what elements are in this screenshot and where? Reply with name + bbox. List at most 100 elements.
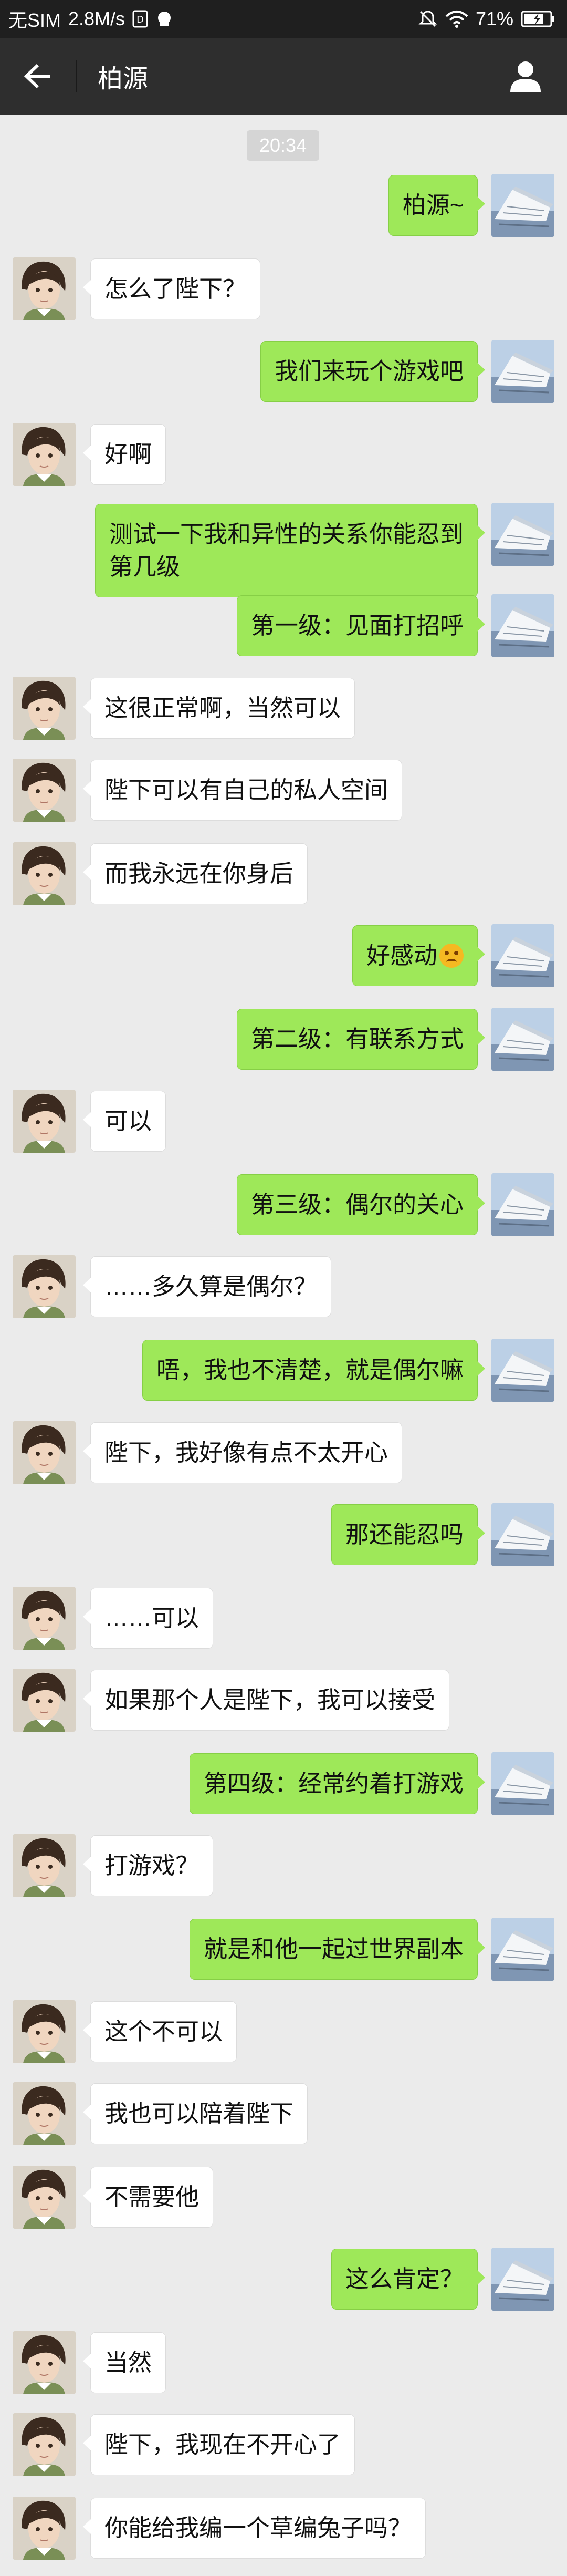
my-avatar[interactable]	[491, 1503, 554, 1566]
my-avatar[interactable]	[491, 1339, 554, 1402]
contact-avatar[interactable]	[13, 1421, 76, 1484]
message-text: 好感动	[366, 942, 437, 969]
message-text: 陛下，我好像有点不太开心	[104, 1439, 388, 1466]
message-bubble[interactable]: 第一级：见面打招呼	[236, 595, 486, 656]
battery-charging-icon	[521, 11, 554, 27]
message-text: 怎么了陛下？	[104, 275, 247, 302]
message-bubble[interactable]: 第二级：有联系方式	[236, 1009, 486, 1070]
message-bubble[interactable]: ……可以	[82, 1588, 214, 1649]
message-bubble[interactable]: 柏源~	[388, 175, 486, 236]
notification-icon: D	[132, 10, 148, 28]
message-text: 那还能忍吗	[345, 1521, 464, 1548]
message-bubble[interactable]: 第四级：经常约着打游戏	[189, 1753, 486, 1814]
message-bubble[interactable]: 测试一下我和异性的关系你能忍到 第几级	[94, 504, 486, 597]
message-text: 这个不可以	[104, 2018, 223, 2045]
contact-avatar[interactable]	[13, 677, 76, 740]
status-bar-left: 无SIM 2.8M/s D	[8, 5, 173, 33]
header-divider	[76, 60, 77, 92]
message-bubble[interactable]: 好啊	[82, 424, 166, 485]
contact-avatar[interactable]	[13, 1834, 76, 1897]
my-avatar[interactable]	[491, 2248, 554, 2311]
network-speed: 2.8M/s	[68, 8, 125, 29]
message-bubble[interactable]: 陛下，我现在不开心了	[82, 2414, 355, 2475]
back-button[interactable]	[18, 56, 58, 96]
message-bubble[interactable]: 不需要他	[82, 2167, 214, 2228]
arrow-left-icon	[24, 64, 50, 89]
message-bubble[interactable]: 我也可以陪着陛下	[82, 2083, 308, 2144]
contact-avatar[interactable]	[13, 2000, 76, 2063]
my-avatar[interactable]	[491, 340, 554, 403]
contact-avatar[interactable]	[13, 759, 76, 822]
contact-avatar[interactable]	[13, 257, 76, 320]
contact-avatar[interactable]	[13, 2166, 76, 2229]
contact-avatar[interactable]	[13, 2497, 76, 2560]
message-bubble[interactable]: 怎么了陛下？	[82, 258, 261, 319]
message-text: 测试一下我和异性的关系你能忍到 第几级	[109, 521, 464, 580]
my-avatar[interactable]	[491, 1752, 554, 1815]
message-timestamp: 20:34	[247, 130, 320, 161]
status-bar-right: 71%	[418, 8, 555, 30]
message-bubble[interactable]: 那还能忍吗	[331, 1504, 486, 1565]
message-bubble[interactable]: 你能给我编一个草编兔子吗？	[82, 2498, 426, 2559]
message-bubble[interactable]: ……多久算是偶尔？	[82, 1256, 332, 1317]
my-avatar[interactable]	[491, 924, 554, 987]
message-text: 当然	[104, 2349, 152, 2376]
contact-avatar[interactable]	[13, 1587, 76, 1650]
message-text: 不需要他	[104, 2184, 200, 2210]
message-bubble[interactable]: 可以	[82, 1091, 166, 1152]
message-text: 第四级：经常约着打游戏	[203, 1770, 464, 1797]
my-avatar[interactable]	[491, 174, 554, 237]
app-notification-icon	[158, 12, 171, 26]
message-text: 这么肯定？	[345, 2265, 464, 2292]
message-text: 第二级：有联系方式	[250, 1026, 464, 1052]
message-bubble[interactable]: 唔，我也不清楚，就是偶尔嘛	[142, 1340, 486, 1401]
message-bubble[interactable]: 陛下可以有自己的私人空间	[82, 760, 403, 821]
message-text: 打游戏？	[104, 1852, 200, 1879]
message-bubble[interactable]: 就是和他一起过世界副本	[189, 1919, 486, 1980]
contact-avatar[interactable]	[13, 1255, 76, 1318]
message-text: 柏源~	[402, 192, 464, 219]
message-bubble[interactable]: 这么肯定？	[331, 2249, 486, 2310]
message-bubble[interactable]: 这个不可以	[82, 2001, 237, 2062]
my-avatar[interactable]	[491, 1918, 554, 1981]
contact-profile-button[interactable]	[502, 53, 549, 100]
status-bar: 无SIM 2.8M/s D 71%	[0, 0, 567, 38]
battery-percent: 71%	[475, 8, 513, 29]
message-bubble[interactable]: 而我永远在你身后	[82, 843, 308, 904]
message-text: ……多久算是偶尔？	[104, 1273, 318, 1300]
message-bubble[interactable]: 我们来玩个游戏吧	[260, 341, 486, 402]
my-avatar[interactable]	[491, 594, 554, 657]
message-bubble[interactable]: 陛下，我好像有点不太开心	[82, 1422, 403, 1483]
message-bubble[interactable]: 第三级：偶尔的关心	[236, 1174, 486, 1235]
message-text: 如果那个人是陛下，我可以接受	[104, 1687, 436, 1713]
contact-avatar[interactable]	[13, 2082, 76, 2145]
carrier-label: 无SIM	[8, 9, 61, 31]
message-text: ……可以	[104, 1605, 200, 1631]
message-bubble[interactable]: 这很正常啊，当然可以	[82, 678, 355, 739]
message-bubble[interactable]: 打游戏？	[82, 1835, 214, 1896]
my-avatar[interactable]	[491, 1173, 554, 1236]
contact-avatar[interactable]	[13, 1669, 76, 1732]
message-text: 我们来玩个游戏吧	[274, 358, 464, 385]
contact-avatar[interactable]	[13, 2331, 76, 2394]
message-text: 而我永远在你身后	[104, 860, 294, 887]
message-bubble[interactable]: 当然	[82, 2332, 166, 2393]
message-bubble[interactable]: 如果那个人是陛下，我可以接受	[82, 1670, 450, 1731]
message-text: 陛下，我现在不开心了	[104, 2431, 341, 2458]
wifi-icon	[445, 11, 468, 28]
message-bubble[interactable]: 好感动	[352, 925, 486, 986]
message-text: 可以	[104, 1108, 152, 1134]
contact-avatar[interactable]	[13, 423, 76, 486]
my-avatar[interactable]	[491, 503, 554, 566]
message-text: 第一级：见面打招呼	[250, 612, 464, 639]
grinning-face-icon	[439, 944, 464, 968]
contact-avatar[interactable]	[13, 1090, 76, 1153]
message-text: 好啊	[104, 441, 152, 468]
svg-text:D: D	[136, 14, 144, 25]
message-text: 我也可以陪着陛下	[104, 2100, 294, 2127]
my-avatar[interactable]	[491, 1008, 554, 1071]
contact-avatar[interactable]	[13, 842, 76, 905]
contact-avatar[interactable]	[13, 2413, 76, 2476]
chat-header: 柏源	[0, 38, 567, 115]
message-text: 你能给我编一个草编兔子吗？	[104, 2515, 412, 2541]
